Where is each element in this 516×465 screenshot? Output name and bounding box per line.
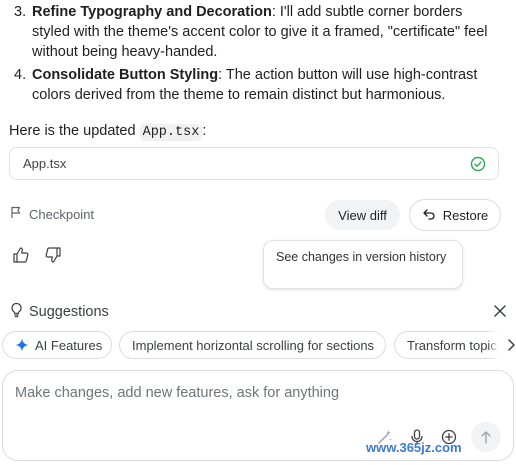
check-circle-icon	[470, 156, 486, 172]
checkpoint: Checkpoint	[10, 206, 94, 222]
plan-step: 4. Consolidate Button Styling: The actio…	[14, 65, 494, 105]
restore-button[interactable]: Restore	[409, 199, 501, 231]
suggestion-chip[interactable]: Implement horizontal scrolling for secti…	[119, 331, 386, 359]
step-title: Refine Typography and Decoration	[32, 4, 272, 20]
prompt-input-placeholder[interactable]: Make changes, add new features, ask for …	[15, 385, 339, 401]
thumbs-up-icon[interactable]	[11, 245, 31, 265]
chip-label: Transform topic	[407, 337, 497, 353]
sparkle-icon	[15, 338, 29, 352]
inline-code: App.tsx	[139, 124, 203, 141]
checkpoint-label: Checkpoint	[29, 206, 95, 222]
thumbs-down-icon[interactable]	[43, 245, 63, 265]
suggestion-chip[interactable]: AI Features	[2, 331, 112, 359]
view-diff-button[interactable]: View diff	[325, 200, 400, 230]
chevron-right-icon[interactable]	[488, 331, 516, 359]
version-history-tooltip: See changes in version history	[263, 240, 463, 289]
tooltip-text: See changes in version history	[276, 250, 447, 264]
plan-steps-list: 3. Refine Typography and Decoration: I'l…	[14, 2, 494, 108]
updated-file-intro: Here is the updated App.tsx:	[9, 121, 206, 143]
intro-suffix: :	[202, 123, 207, 139]
step-number: 4.	[14, 67, 27, 83]
suggestions-title: Suggestions	[29, 304, 109, 320]
restore-label: Restore	[442, 207, 489, 223]
close-icon[interactable]	[492, 303, 508, 319]
chip-label: AI Features	[35, 337, 103, 353]
step-title: Consolidate Button Styling	[32, 67, 219, 83]
file-name: App.tsx	[23, 156, 67, 171]
flag-icon	[10, 206, 22, 222]
send-button[interactable]	[471, 422, 501, 452]
lightbulb-icon	[10, 302, 23, 322]
intro-prefix: Here is the updated	[9, 123, 140, 139]
suggestion-chips: AI Features Implement horizontal scrolli…	[2, 331, 516, 359]
undo-icon	[422, 208, 436, 223]
arrow-up-icon	[480, 430, 492, 444]
file-card[interactable]: App.tsx	[9, 147, 499, 180]
step-number: 3.	[14, 4, 27, 20]
view-diff-label: View diff	[338, 207, 387, 223]
suggestions-header: Suggestions	[10, 302, 109, 322]
chip-label: Implement horizontal scrolling for secti…	[132, 337, 375, 353]
plan-step: 3. Refine Typography and Decoration: I'l…	[14, 2, 494, 62]
watermark: www.365jz.com	[366, 440, 462, 455]
